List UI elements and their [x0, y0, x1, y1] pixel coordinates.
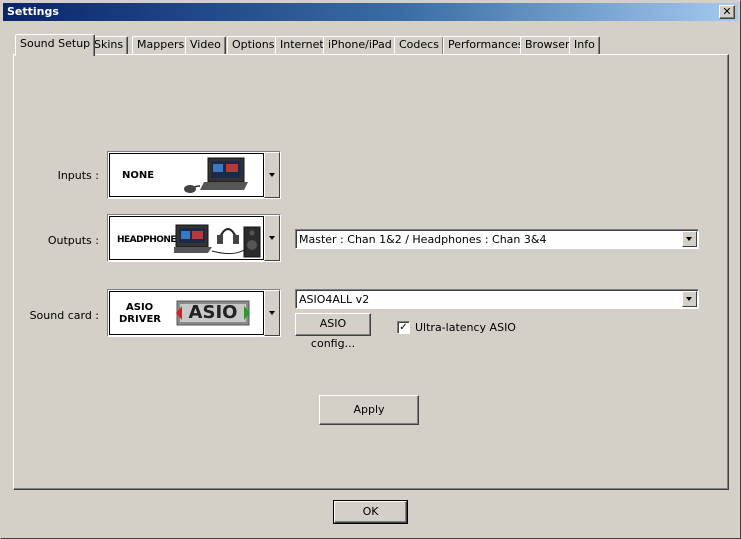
output-routing-value: Master : Chan 1&2 / Headphones : Chan 3&… — [299, 233, 547, 246]
output-routing-select[interactable]: Master : Chan 1&2 / Headphones : Chan 3&… — [295, 229, 699, 249]
asio-config-button[interactable]: ASIO config... — [295, 313, 371, 350]
tab-sound-setup[interactable]: Sound Setup — [15, 34, 96, 56]
soundcard-value-line1: ASIO — [126, 302, 154, 313]
window-title: Settings — [7, 5, 59, 18]
inputs-value: NONE — [122, 170, 155, 181]
ok-button[interactable]: OK — [333, 500, 408, 524]
tab-options[interactable]: Options — [227, 36, 280, 54]
soundcard-value-line2: DRIVER — [119, 314, 161, 325]
output-routing-dropdown-button[interactable] — [682, 231, 697, 247]
soundcard-selector[interactable]: ASIO DRIVER ASIO — [107, 289, 281, 337]
asio-logo-text: ASIO — [188, 302, 238, 323]
inputs-preview: NONE — [109, 153, 264, 197]
tab-codecs[interactable]: Codecs — [394, 36, 444, 54]
asio-driver-dropdown-button[interactable] — [682, 291, 697, 307]
outputs-label: Outputs : — [47, 234, 99, 247]
laptop-headphones-speaker-icon — [174, 224, 261, 258]
tab-iphone-ipad[interactable]: iPhone/iPad — [323, 36, 397, 54]
chevron-down-icon — [686, 297, 692, 301]
tab-performances[interactable]: Performances — [443, 36, 529, 54]
chevron-down-icon — [269, 311, 275, 315]
asio-logo-icon: ASIO — [176, 300, 250, 326]
ultra-latency-checkbox[interactable]: ✓ — [397, 321, 410, 334]
apply-button[interactable]: Apply — [319, 395, 419, 425]
close-button[interactable]: ✕ — [719, 5, 735, 19]
inputs-dropdown-button[interactable] — [264, 152, 280, 198]
chevron-down-icon — [269, 173, 275, 177]
inputs-selector[interactable]: NONE — [107, 151, 281, 199]
tab-browser[interactable]: Browser — [520, 36, 575, 54]
outputs-value: HEADPHONES — [117, 235, 183, 245]
tab-internet[interactable]: Internet — [275, 36, 329, 54]
tab-mappers[interactable]: Mappers — [132, 36, 190, 54]
settings-window: Settings ✕ Sound Setup Skins Mappers Vid… — [0, 0, 741, 539]
soundcard-preview: ASIO DRIVER ASIO — [109, 291, 264, 335]
chevron-down-icon — [686, 237, 692, 241]
laptop-mouse-icon — [184, 157, 248, 193]
ultra-latency-label: Ultra-latency ASIO — [415, 321, 516, 334]
outputs-preview: HEADPHONES — [109, 216, 264, 260]
tab-video[interactable]: Video — [185, 36, 226, 54]
tab-info[interactable]: Info — [569, 36, 600, 54]
outputs-dropdown-button[interactable] — [264, 215, 280, 261]
soundcard-dropdown-button[interactable] — [264, 290, 280, 336]
title-bar[interactable]: Settings ✕ — [3, 3, 738, 21]
soundcard-label: Sound card : — [29, 309, 99, 322]
outputs-selector[interactable]: HEADPHONES — [107, 214, 281, 262]
chevron-down-icon — [269, 236, 275, 240]
asio-driver-value: ASIO4ALL v2 — [299, 293, 370, 306]
asio-driver-select[interactable]: ASIO4ALL v2 — [295, 289, 699, 309]
inputs-label: Inputs : — [57, 169, 99, 182]
